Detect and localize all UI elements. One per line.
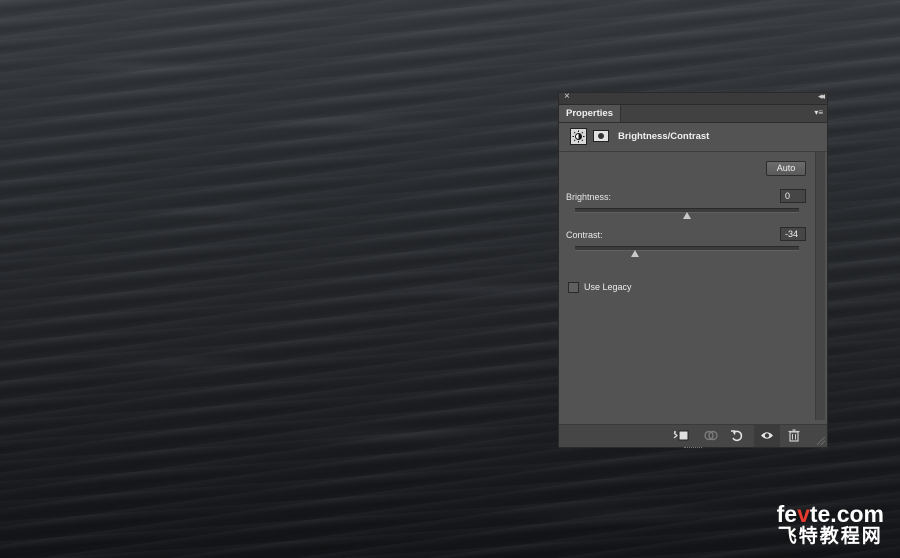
auto-button[interactable]: Auto [766, 161, 806, 176]
tab-properties[interactable]: Properties [559, 105, 621, 122]
adjustment-title: Brightness/Contrast [618, 131, 710, 142]
panel-body: Auto Brightness: 0 Contrast: -34 Use Leg… [559, 152, 827, 420]
adjustment-header: Brightness/Contrast [559, 123, 827, 152]
tab-row: Properties ▾≡ [559, 105, 827, 123]
panel-resize-grip[interactable] [684, 447, 702, 451]
reset-icon[interactable] [730, 429, 744, 442]
resize-corner-icon[interactable] [817, 437, 825, 445]
use-legacy-label: Use Legacy [584, 282, 632, 292]
double-chevron-icon[interactable]: ◂◂ [818, 91, 825, 102]
contrast-value-field[interactable]: -34 [780, 227, 806, 241]
close-icon[interactable]: × [564, 91, 570, 102]
trash-icon[interactable] [787, 429, 801, 442]
contrast-slider-thumb[interactable] [631, 250, 640, 257]
site-watermark: fevte.com 飞特教程网 [777, 502, 884, 548]
contrast-slider-track[interactable] [575, 246, 799, 251]
watermark-chinese-name: 飞特教程网 [777, 526, 883, 547]
clip-to-layer-icon[interactable] [672, 429, 690, 442]
panel-titlebar: × ◂◂ [559, 91, 827, 105]
layer-mask-icon[interactable] [593, 130, 609, 142]
brightness-label: Brightness: [566, 192, 612, 202]
contrast-label: Contrast: [566, 230, 603, 240]
brightness-value-field[interactable]: 0 [780, 189, 806, 203]
brightness-slider-thumb[interactable] [683, 212, 691, 219]
panel-scrollbar[interactable] [815, 152, 825, 420]
watermark-domain: fevte.com [776, 501, 884, 527]
use-legacy-checkbox[interactable] [568, 282, 579, 293]
panel-menu-icon[interactable]: ▾≡ [811, 108, 823, 118]
eye-icon[interactable] [760, 429, 774, 442]
view-previous-state-icon[interactable] [702, 429, 720, 442]
brightness-contrast-icon[interactable] [570, 128, 587, 145]
panel-bottom-toolbar [559, 424, 827, 448]
properties-panel: × ◂◂ Properties ▾≡ Brightness/Contrast A… [558, 91, 828, 448]
